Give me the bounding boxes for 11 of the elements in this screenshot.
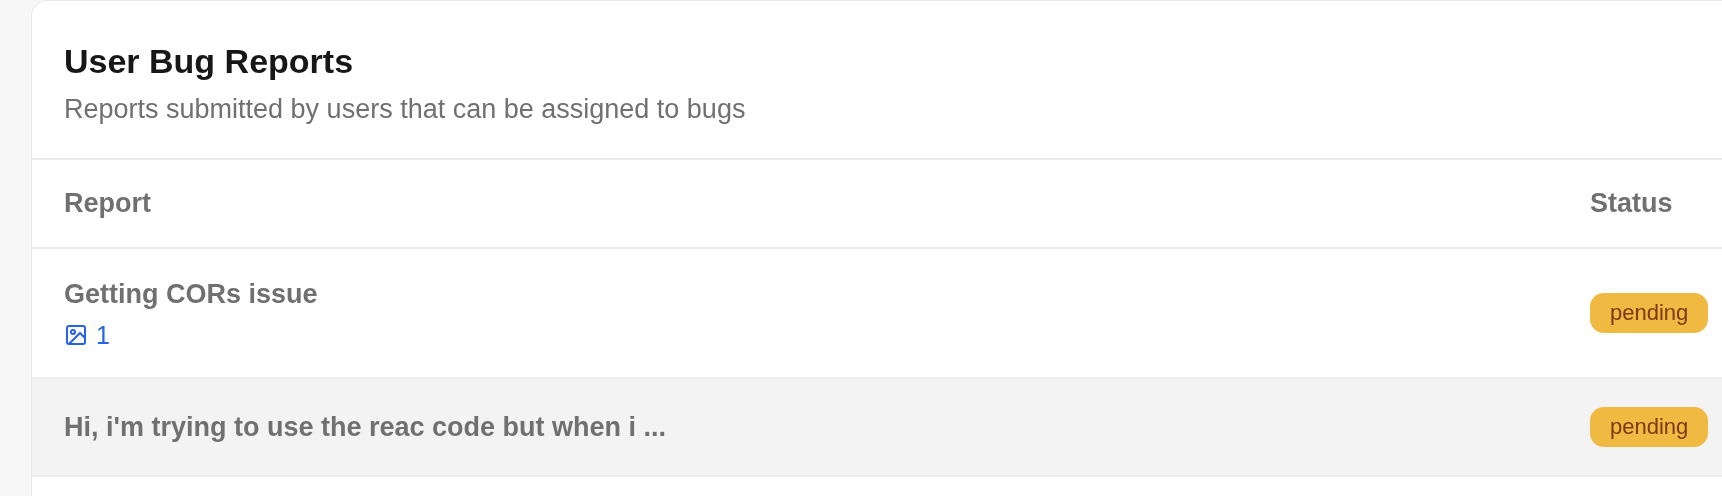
attachment-count[interactable]: 1: [96, 321, 110, 349]
status-badge: pending: [1590, 407, 1709, 447]
column-header: Report: [64, 187, 152, 221]
report-title: Getting CORs issue: [64, 278, 319, 311]
card-title: User Bug Reports: [64, 41, 355, 82]
image-icon: [64, 323, 88, 347]
table-row[interactable]: Hi, i'm trying to use the reac code but when i ... pending: [32, 379, 1722, 477]
column-header: Status: [1590, 187, 1674, 221]
report-title: Hi, i'm trying to use the reac code but when i ...: [64, 411, 667, 444]
status-badge: pending: [1590, 293, 1709, 333]
card-subtitle: Reports submitted by users that can be assigned to bugs: [64, 93, 747, 126]
